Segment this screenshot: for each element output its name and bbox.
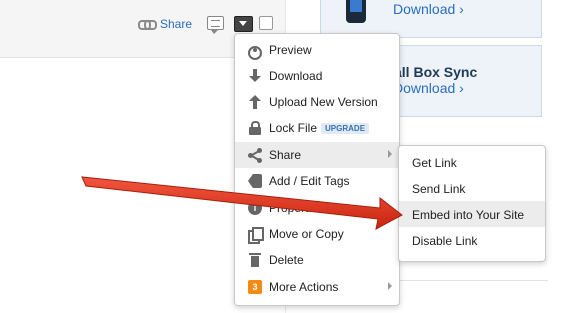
upload-arrow-icon [248, 95, 262, 109]
trash-icon [248, 253, 262, 267]
menu-item-upload-new-version[interactable]: Upload New Version [235, 89, 399, 115]
submenu-item-send-link[interactable]: Send Link [399, 175, 545, 201]
comment-icon[interactable] [207, 16, 224, 34]
count-badge: 3 [248, 280, 262, 294]
submenu-item-embed-into-site[interactable]: Embed into Your Site [399, 201, 545, 227]
menu-item-label: Move or Copy [269, 227, 344, 241]
menu-item-label: Delete [269, 253, 304, 267]
upgrade-badge[interactable]: UPGRADE [321, 123, 370, 134]
eye-icon [248, 46, 262, 60]
copy-icon [248, 227, 264, 244]
submenu-item-get-link[interactable]: Get Link [399, 149, 545, 175]
submenu-item-label: Get Link [412, 156, 457, 170]
file-actions-menu: Preview Download Upload New Version Lock… [234, 33, 400, 306]
menu-item-label: Properties [269, 201, 324, 215]
submenu-item-label: Disable Link [412, 234, 478, 248]
menu-item-move-or-copy[interactable]: Move or Copy [235, 221, 399, 247]
menu-item-label: Download [269, 69, 323, 83]
chevron-right-icon [388, 282, 392, 290]
menu-item-more-actions[interactable]: 3 More Actions [235, 274, 399, 300]
submenu-item-disable-link[interactable]: Disable Link [399, 227, 545, 253]
chevron-right-icon [388, 150, 392, 158]
share-link[interactable]: Share [138, 17, 192, 31]
share-icon [248, 148, 262, 163]
tag-icon [248, 174, 262, 188]
submenu-item-label: Embed into Your Site [412, 208, 525, 222]
menu-item-label: Preview [269, 43, 312, 57]
file-actions-dropdown-button[interactable] [234, 16, 253, 32]
menu-item-label: Upload New Version [269, 95, 378, 109]
menu-item-download[interactable]: Download [235, 63, 399, 89]
menu-item-label: Share [269, 148, 302, 162]
menu-item-share[interactable]: Share [235, 142, 399, 168]
share-submenu: Get Link Send Link Embed into Your Site … [398, 145, 546, 262]
comment-lines [211, 20, 220, 27]
lock-file-label: Lock File [269, 121, 318, 135]
menu-item-lock-file[interactable]: Lock File UPGRADE [235, 115, 399, 141]
lock-icon [248, 121, 262, 135]
phone-icon [346, 0, 366, 23]
menu-item-delete[interactable]: Delete [235, 247, 399, 273]
info-icon: i [248, 201, 262, 215]
share-label: Share [160, 17, 193, 31]
divider [398, 280, 548, 281]
menu-item-label: Add / Edit Tags [269, 174, 350, 188]
download-arrow-icon [248, 69, 262, 83]
menu-item-properties[interactable]: i Properties [235, 195, 399, 221]
submenu-item-label: Send Link [412, 182, 466, 196]
file-select-checkbox[interactable] [259, 16, 273, 30]
promo-download-link[interactable]: Download › [393, 80, 464, 96]
promo-download-link[interactable]: Download › [393, 1, 464, 17]
menu-item-label: More Actions [269, 280, 339, 294]
menu-item-label: Lock File UPGRADE [269, 121, 370, 135]
menu-item-preview[interactable]: Preview [235, 37, 399, 63]
link-icon [138, 19, 157, 30]
menu-item-add-edit-tags[interactable]: Add / Edit Tags [235, 168, 399, 194]
